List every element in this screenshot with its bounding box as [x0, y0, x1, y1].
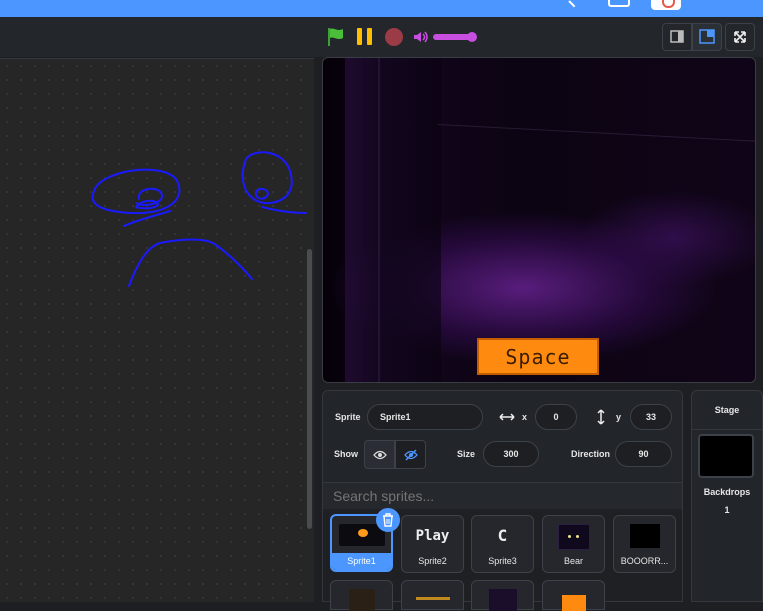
bear-eye	[575, 535, 579, 538]
sprite-tile[interactable]	[471, 580, 534, 611]
sprite-tile-sprite3[interactable]: C Sprite3	[471, 515, 534, 573]
x-label: x	[522, 412, 528, 422]
small-stage-icon	[670, 30, 684, 43]
direction-input[interactable]: 90	[615, 441, 672, 467]
direction-label: Direction	[571, 449, 611, 459]
menu-bar	[0, 0, 763, 17]
sprite-pane: Sprite Sprite1 x 0 y 33 Show Size 300 Di…	[322, 390, 683, 611]
search-sprites-input[interactable]	[323, 483, 682, 509]
account-icon[interactable]	[651, 0, 681, 10]
space-sprite-button[interactable]: Space	[477, 338, 599, 375]
pause-icon[interactable]	[355, 27, 375, 47]
small-stage-button[interactable]	[662, 23, 692, 51]
stage-backdrop-edge	[437, 124, 755, 142]
sprite-thumbnail	[349, 589, 375, 611]
volume-icon[interactable]	[413, 31, 429, 43]
show-label: Show	[334, 449, 358, 459]
y-label: y	[616, 412, 622, 422]
sprite-name: Sprite1	[332, 553, 391, 570]
sprite-tile[interactable]	[542, 580, 605, 611]
sprite-thumbnail-text: Play	[415, 528, 450, 544]
trash-icon	[383, 513, 393, 527]
y-arrows-icon	[597, 409, 605, 425]
bear-eye	[567, 535, 571, 538]
sprite-thumbnail	[629, 524, 660, 548]
hide-sprite-button[interactable]	[395, 440, 426, 469]
stage-control-bar	[0, 17, 763, 57]
stage-canvas[interactable]: Space	[322, 57, 756, 383]
sprite-name: Sprite2	[418, 556, 447, 566]
logo-shape	[357, 529, 368, 537]
eye-slash-icon	[404, 449, 418, 461]
sprite-name-input[interactable]: Sprite1	[367, 404, 483, 430]
green-flag-icon[interactable]	[327, 27, 345, 47]
project-page-icon[interactable]	[608, 0, 630, 7]
sprite-info-panel: Sprite Sprite1 x 0 y 33 Show Size 300 Di…	[323, 391, 682, 483]
sprite-tile-sprite2[interactable]: Play Sprite2	[401, 515, 464, 573]
y-position-input[interactable]: 33	[630, 404, 672, 430]
stop-icon[interactable]	[385, 28, 403, 46]
size-input[interactable]: 300	[483, 441, 539, 467]
sprite-thumbnail	[557, 524, 590, 550]
size-label: Size	[457, 449, 476, 459]
sprite-name: BOOORR...	[620, 556, 669, 566]
doodle-drawing	[91, 151, 307, 287]
stage-backdrop-edge	[378, 58, 380, 382]
fullscreen-button[interactable]	[725, 23, 755, 51]
sprite-thumbnail	[416, 597, 450, 600]
sprite-thumbnail	[489, 589, 517, 611]
x-arrows-icon	[499, 413, 515, 421]
stage-selector[interactable]: Stage Backdrops 1	[691, 390, 763, 602]
sprite-tile[interactable]	[330, 580, 393, 611]
sprite-thumbnail-text: C	[497, 526, 508, 545]
show-sprite-button[interactable]	[364, 440, 395, 469]
sprite-tile-bear[interactable]: Bear	[542, 515, 605, 573]
fullscreen-icon	[734, 31, 746, 43]
sprite-thumbnail	[562, 595, 586, 611]
sprite-label: Sprite	[335, 412, 361, 422]
share-icon[interactable]	[567, 0, 577, 10]
stage-header: Stage	[692, 391, 762, 430]
sprite-name: Sprite3	[488, 556, 517, 566]
normal-stage-button[interactable]	[692, 23, 722, 51]
sprite-tile-boooorr[interactable]: BOOORR...	[613, 515, 676, 573]
stage-backdrop-wall	[345, 58, 441, 382]
sprite-name: Bear	[563, 556, 583, 566]
sprite-tile[interactable]	[401, 580, 464, 610]
backdrops-label: Backdrops	[703, 487, 751, 497]
code-workspace[interactable]	[0, 58, 314, 602]
stage-thumbnail[interactable]	[698, 434, 754, 478]
backdrops-count: 1	[724, 505, 730, 515]
delete-sprite-button[interactable]	[376, 508, 400, 532]
normal-stage-icon	[699, 29, 715, 44]
code-area-scrollbar[interactable]	[307, 249, 312, 529]
volume-slider-thumb[interactable]	[467, 32, 477, 42]
eye-icon	[373, 450, 387, 460]
x-position-input[interactable]: 0	[535, 404, 577, 430]
